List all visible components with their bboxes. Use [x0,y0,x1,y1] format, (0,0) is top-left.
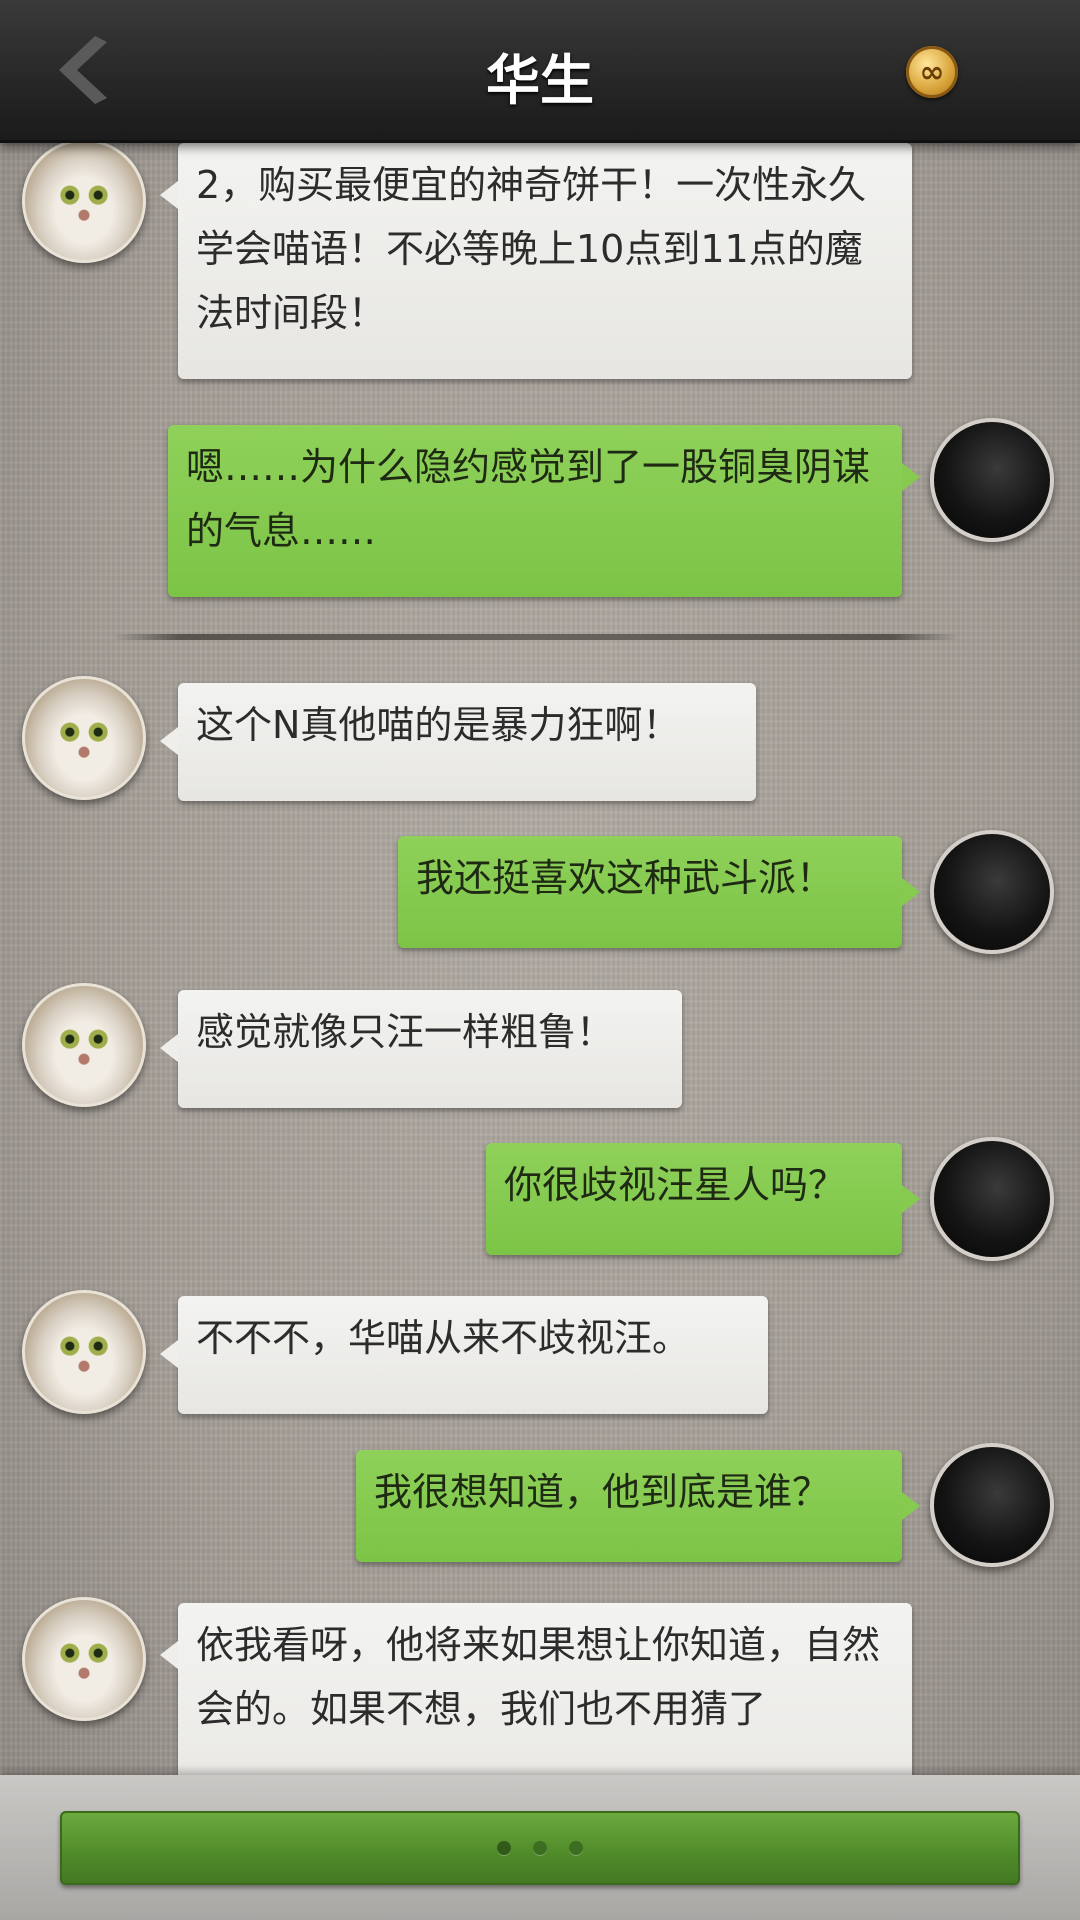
cat-avatar [22,983,146,1107]
message-bubble-outgoing: 嗯……为什么隐约感觉到了一股铜臭阴谋的气息…… [168,425,920,597]
infinity-symbol: ∞ [919,54,945,90]
dot-indicator [569,1841,583,1855]
message-bubble-incoming: 这个N真他喵的是暴力狂啊！ [160,683,756,801]
message-bubble-outgoing: 我还挺喜欢这种武斗派！ [398,836,920,948]
infinity-coin-icon[interactable]: ∞ [906,46,958,98]
message-bubble-incoming: 2，购买最便宜的神奇饼干！一次性永久学会喵语！不必等晚上10点到11点的魔法时间… [160,143,912,379]
dot-indicator [533,1841,547,1855]
cat-avatar [22,1290,146,1414]
player-avatar [930,830,1054,954]
bottom-bar [0,1775,1080,1920]
top-bar: 华生 ∞ [0,0,1080,143]
player-avatar [930,1137,1054,1261]
message-bubble-incoming: 不不不，华喵从来不歧视汪。 [160,1296,768,1414]
message-bubble-outgoing: 我很想知道，他到底是谁？ [356,1450,920,1562]
cat-avatar [22,1597,146,1721]
dot-indicator [497,1841,511,1855]
typing-dots [60,1811,1020,1885]
section-divider [112,634,960,640]
message-bubble-incoming: 感觉就像只汪一样粗鲁！ [160,990,682,1108]
cat-avatar [22,676,146,800]
player-avatar [930,1443,1054,1567]
cat-avatar [22,139,146,263]
message-bubble-outgoing: 你很歧视汪星人吗？ [486,1143,920,1255]
player-avatar [930,418,1054,542]
continue-button[interactable] [60,1811,1020,1885]
